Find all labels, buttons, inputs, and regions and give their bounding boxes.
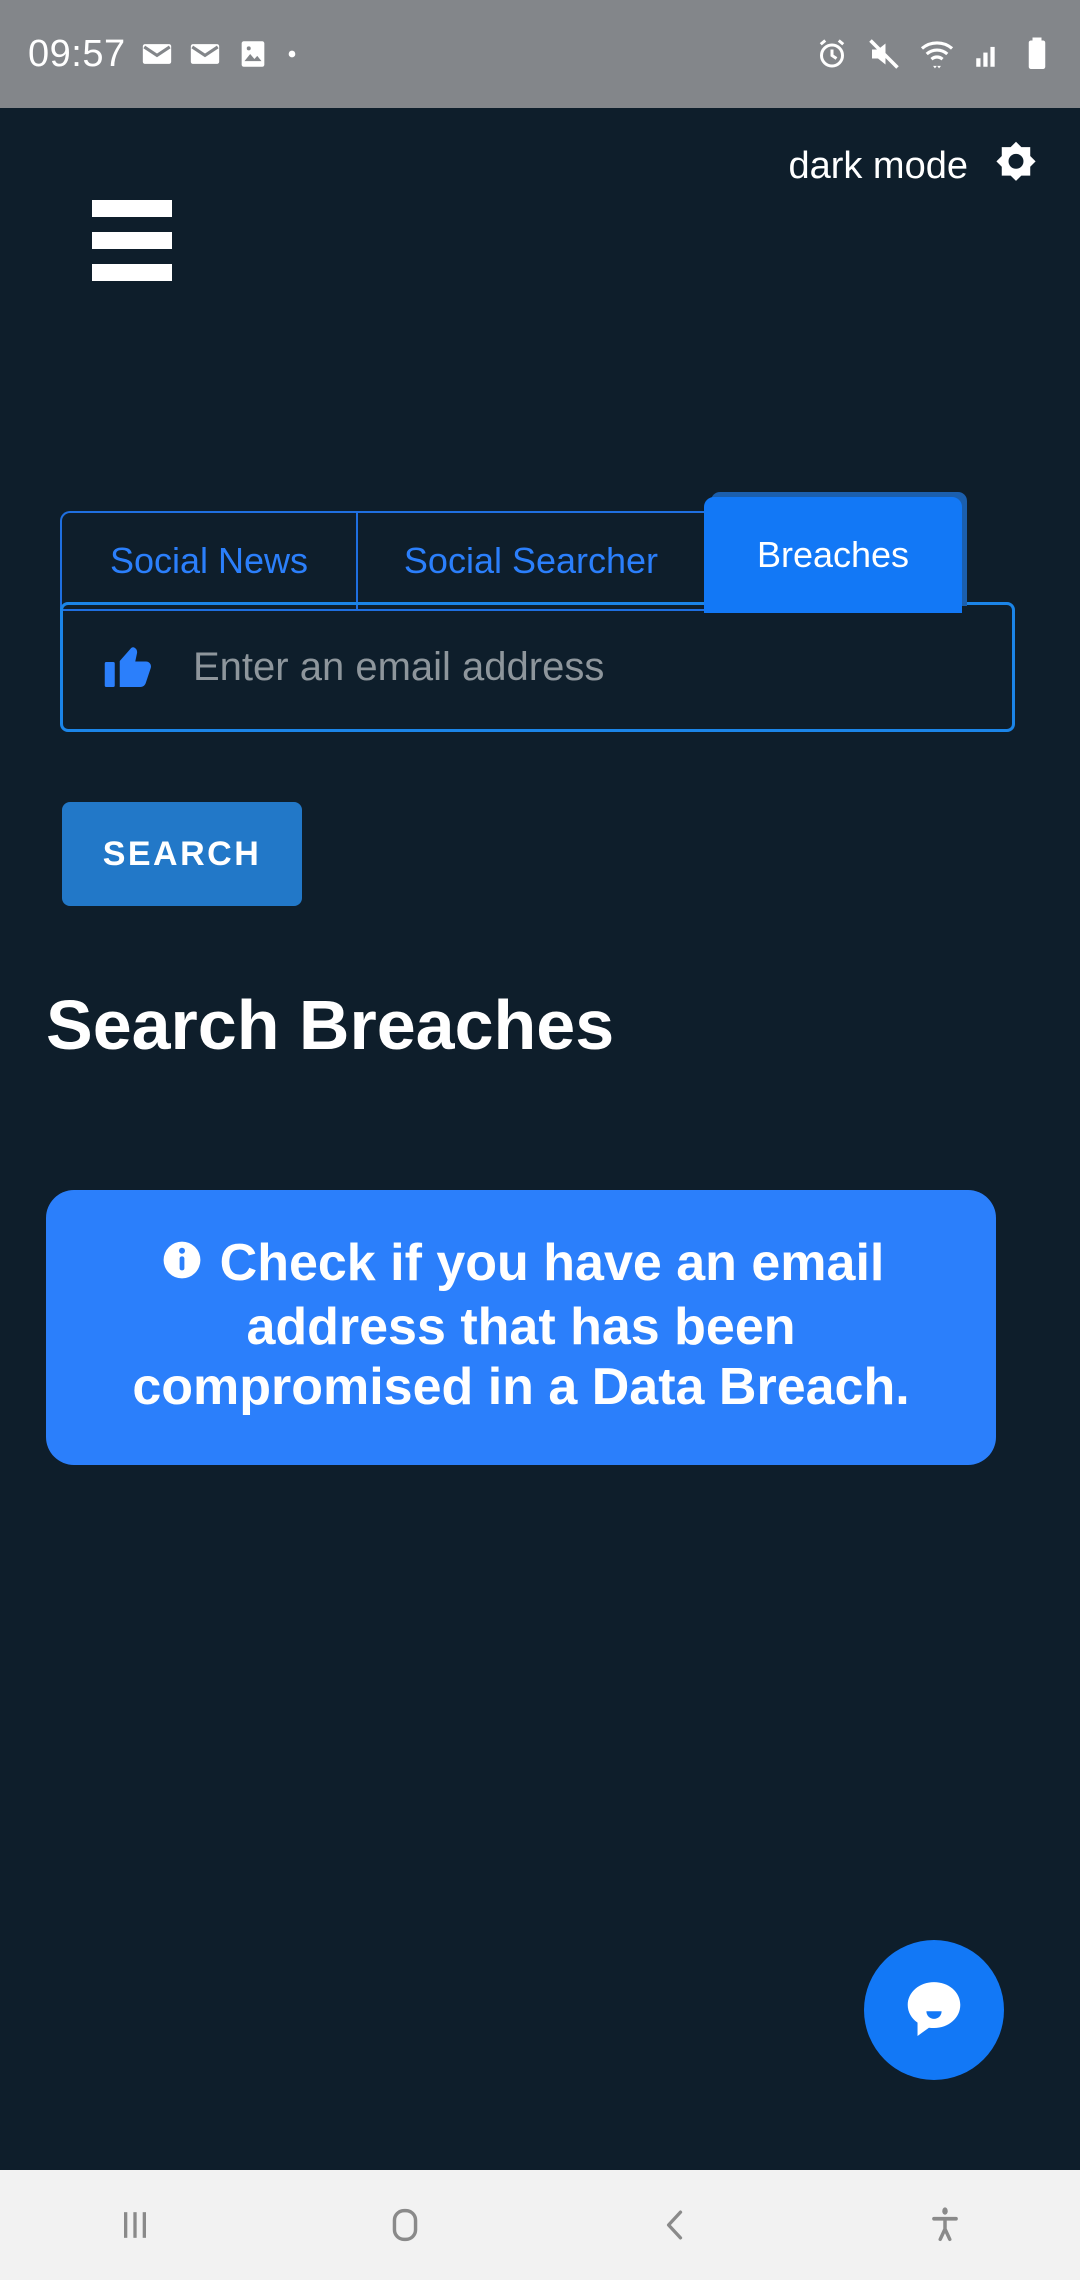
dark-mode-label: dark mode xyxy=(788,144,968,187)
dark-mode-toggle[interactable]: dark mode xyxy=(788,138,1044,194)
alarm-icon xyxy=(814,36,850,72)
hamburger-bar xyxy=(92,232,172,249)
hamburger-menu-icon[interactable] xyxy=(92,200,172,281)
hamburger-bar xyxy=(92,200,172,217)
tab-bar: Social News Social Searcher Breaches xyxy=(60,497,962,613)
status-bar: 09:57 xyxy=(0,0,1080,108)
info-circle-icon xyxy=(158,1236,206,1298)
search-input-wrapper[interactable]: Enter an email address xyxy=(60,602,1015,732)
tab-breaches[interactable]: Breaches xyxy=(704,497,962,613)
info-card-text: Check if you have an email address that … xyxy=(132,1234,910,1416)
battery-icon xyxy=(1022,36,1052,72)
dot-icon xyxy=(284,46,300,62)
page-title: Search Breaches xyxy=(46,986,615,1064)
android-nav-bar xyxy=(0,2170,1080,2280)
wifi-icon xyxy=(918,35,956,73)
thumbs-up-icon xyxy=(101,637,161,697)
tab-label: Breaches xyxy=(756,534,910,575)
search-input[interactable]: Enter an email address xyxy=(193,645,604,690)
brightness-icon[interactable] xyxy=(988,138,1044,194)
chat-bubble-icon xyxy=(896,1972,972,2048)
mute-icon xyxy=(866,36,902,72)
status-bar-right xyxy=(814,35,1052,73)
tab-social-searcher[interactable]: Social Searcher xyxy=(356,511,704,611)
search-button[interactable]: SEARCH xyxy=(62,802,302,906)
tab-social-news[interactable]: Social News xyxy=(60,511,356,611)
accessibility-icon[interactable] xyxy=(810,2203,1080,2247)
phone-screen: 09:57 dark mode Social News Social Searc… xyxy=(0,0,1080,2280)
info-card: Check if you have an email address that … xyxy=(46,1190,996,1466)
chat-bubble-button[interactable] xyxy=(864,1940,1004,2080)
mail-icon xyxy=(140,37,174,71)
status-bar-clock: 09:57 xyxy=(28,32,126,75)
home-icon[interactable] xyxy=(270,2202,540,2248)
back-icon[interactable] xyxy=(540,2203,810,2247)
status-bar-left: 09:57 xyxy=(28,33,300,76)
tab-label: Social Searcher xyxy=(403,540,659,581)
hamburger-bar xyxy=(92,264,172,281)
mail-icon xyxy=(188,37,222,71)
tab-label: Social News xyxy=(109,540,309,581)
recents-icon[interactable] xyxy=(0,2203,270,2247)
app-header: dark mode xyxy=(0,108,1080,308)
image-icon xyxy=(236,37,270,71)
signal-icon xyxy=(972,37,1006,71)
